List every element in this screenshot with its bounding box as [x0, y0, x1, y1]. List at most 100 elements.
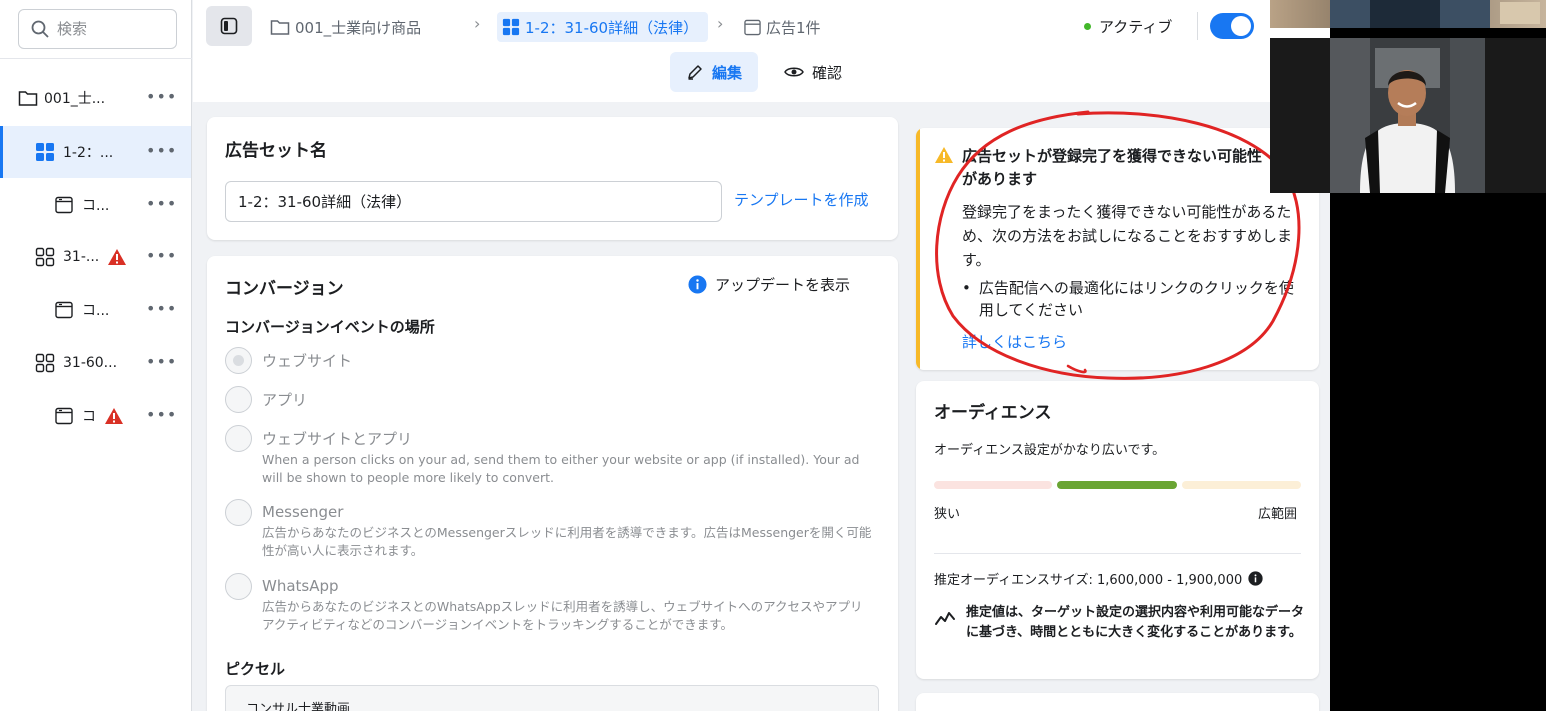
adset-grid-icon — [35, 247, 55, 267]
audience-size-text: 推定オーディエンスサイズ: 1,600,000 - 1,900,000 — [934, 573, 1243, 588]
sidebar-item-label: 1-2：... — [63, 145, 114, 161]
toggle-sidebar-button[interactable] — [206, 6, 252, 46]
status-dot-icon — [1084, 23, 1091, 30]
webcam-person-image — [1330, 38, 1485, 193]
sidebar-item-adset-1-2[interactable]: 1-2：... ••• — [0, 126, 191, 178]
adset-name-input[interactable] — [225, 181, 722, 222]
breadcrumb-ads[interactable]: 広告1件 — [744, 12, 821, 42]
sidebar-divider — [0, 58, 192, 59]
more-options-icon[interactable]: ••• — [146, 354, 177, 370]
radio-label: アプリ — [262, 391, 308, 409]
audience-size: 推定オーディエンスサイズ: 1,600,000 - 1,900,000 — [934, 569, 1263, 588]
sidebar-item-label: コ... — [82, 198, 110, 214]
card-title: オーディエンス — [934, 403, 1052, 423]
sidebar-item-ad[interactable]: コ... ••• — [0, 179, 191, 231]
audience-estimate-note: 推定値は、ターゲット設定の選択内容や利用可能なデータに基づき、時間とともに大きく… — [966, 605, 1305, 640]
radio-label: ウェブサイト — [262, 352, 353, 370]
more-options-icon[interactable]: ••• — [146, 248, 177, 264]
trend-line-icon — [935, 612, 955, 625]
more-options-icon[interactable]: ••• — [146, 301, 177, 317]
sidebar-item-adset-31-60[interactable]: 31-60... ••• — [0, 337, 191, 389]
info-icon — [688, 275, 707, 294]
breadcrumb-label: 1-2：31-60詳細（法律） — [525, 18, 699, 37]
status-label: アクティブ — [1099, 18, 1173, 36]
sidebar-item-adset-31[interactable]: 31-... ••• — [0, 231, 191, 283]
link-label: アップデートを表示 — [715, 276, 851, 294]
adset-name-card: 広告セット名 テンプレートを作成 — [207, 117, 898, 240]
breadcrumb-adset[interactable]: 1-2：31-60詳細（法律） — [497, 12, 709, 42]
folder-icon — [18, 88, 38, 108]
sidebar-item-label: 31-... — [63, 249, 100, 265]
active-toggle[interactable] — [1210, 13, 1254, 39]
adset-grid-icon — [502, 18, 520, 36]
radio-website[interactable] — [225, 347, 252, 374]
tab-edit[interactable]: 編集 — [670, 52, 758, 92]
webcam-frame — [1330, 38, 1485, 193]
sidebar-item-campaign[interactable]: 001_士... ••• — [0, 72, 191, 124]
more-options-icon[interactable]: ••• — [146, 89, 177, 105]
adset-grid-icon — [35, 353, 55, 373]
audience-meter-active — [1057, 481, 1177, 489]
create-template-link[interactable]: テンプレートを作成 — [734, 189, 869, 210]
ad-icon — [744, 19, 761, 35]
webcam-video — [1270, 38, 1546, 193]
folder-icon — [270, 20, 290, 35]
radio-description: When a person clicks on your ad, send th… — [262, 452, 860, 485]
breadcrumb-campaign[interactable]: 001_士業向け商品 — [270, 12, 421, 42]
show-updates-link[interactable]: アップデートを表示 — [688, 274, 850, 295]
eye-icon — [784, 67, 804, 77]
radio-description: 広告からあなたのビジネスとのMessengerスレッドに利用者を誘導できます。広… — [262, 525, 872, 558]
pixel-label: ピクセル — [225, 660, 286, 678]
info-icon[interactable] — [1248, 571, 1263, 586]
audience-meter-narrow — [934, 481, 1052, 489]
status-indicator: アクティブ — [1084, 16, 1172, 37]
sidebar: 001_士... ••• 1-2：... ••• コ... ••• 31-...… — [0, 0, 192, 711]
conversion-card: コンバージョン アップデートを表示 コンバージョンイベントの場所 ウェブサイト … — [207, 256, 898, 711]
card-title: コンバージョン — [225, 279, 344, 299]
radio-label: WhatsApp — [262, 577, 339, 595]
sidebar-item-label: コ — [82, 409, 96, 425]
toggle-knob — [1231, 16, 1251, 36]
section-label: コンバージョンイベントの場所 — [225, 318, 435, 336]
radio-label: Messenger — [262, 503, 344, 521]
webcam-thumbnail — [1270, 0, 1546, 28]
pencil-icon — [688, 65, 702, 80]
radio-website-and-app[interactable] — [225, 425, 252, 452]
divider — [934, 553, 1301, 554]
tab-review[interactable]: 確認 — [778, 52, 848, 92]
search-input[interactable] — [57, 20, 157, 38]
radio-app[interactable] — [225, 386, 252, 413]
sidebar-item-ad[interactable]: コ ••• — [0, 390, 191, 442]
chevron-right-icon: › — [717, 14, 724, 33]
radio-messenger[interactable] — [225, 499, 252, 526]
more-options-icon[interactable]: ••• — [146, 196, 177, 212]
meter-label-narrow: 狭い — [934, 507, 961, 522]
sidebar-item-ad[interactable]: コ... ••• — [0, 284, 191, 336]
warning-accent-bar — [916, 128, 920, 370]
webcam-person-image — [1330, 0, 1540, 28]
warning-icon — [104, 407, 124, 425]
audience-description: オーディエンス設定がかなり広いです。 — [934, 443, 1166, 458]
top-bar: 001_士業向け商品 › 1-2：31-60詳細（法律） › 広告1件 アクティ… — [193, 0, 1330, 102]
more-options-icon[interactable]: ••• — [146, 143, 177, 159]
search-icon — [31, 20, 49, 38]
adset-grid-icon — [35, 142, 55, 162]
chevron-right-icon: › — [474, 14, 481, 33]
next-card — [916, 693, 1319, 711]
hand-drawn-annotation — [935, 110, 1301, 380]
pixel-value: コンサル士業動画 — [246, 702, 351, 711]
sidebar-item-label: 001_士... — [44, 91, 106, 107]
radio-whatsapp[interactable] — [225, 573, 252, 600]
tab-label: 確認 — [811, 63, 842, 82]
pixel-selector[interactable]: コンサル士業動画 — [225, 685, 879, 711]
ads-manager-window: 001_士... ••• 1-2：... ••• コ... ••• 31-...… — [0, 0, 1330, 711]
sidebar-item-label: 31-60... — [63, 355, 118, 371]
breadcrumb-label: 広告1件 — [766, 18, 821, 37]
ad-icon — [54, 195, 74, 215]
more-options-icon[interactable]: ••• — [146, 407, 177, 423]
radio-label: ウェブサイトとアプリ — [262, 430, 413, 448]
card-title: 広告セット名 — [225, 141, 327, 161]
audience-card: オーディエンス オーディエンス設定がかなり広いです。 狭い 広範囲 推定オーディ… — [916, 381, 1319, 679]
search-box[interactable] — [18, 9, 177, 49]
warning-icon — [107, 248, 127, 266]
